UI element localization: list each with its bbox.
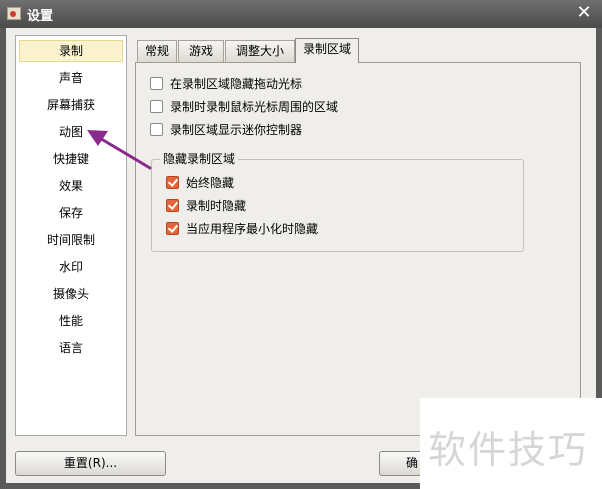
- record-cursor-area-label: 录制时录制鼠标光标周围的区域: [170, 100, 339, 114]
- hide-record-area-group: 隐藏录制区域 始终隐藏 录制时隐藏 当应用程序最小化时隐藏: [151, 151, 524, 252]
- hide-drag-cursor-checkbox[interactable]: [150, 77, 163, 90]
- sidebar-item-save[interactable]: 保存: [19, 202, 123, 224]
- hide-when-minimized-label: 当应用程序最小化时隐藏: [186, 222, 319, 236]
- mini-controller-label: 录制区域显示迷你控制器: [170, 123, 303, 137]
- always-hide-label: 始终隐藏: [186, 176, 235, 190]
- group-title: 隐藏录制区域: [160, 151, 239, 167]
- sidebar-item-record[interactable]: 录制: [19, 40, 123, 62]
- sidebar-item-hotkeys[interactable]: 快捷键: [19, 148, 123, 170]
- sidebar-item-time-limit[interactable]: 时间限制: [19, 229, 123, 251]
- settings-window: 设置 ✕ 录制 声音 屏幕捕获 动图 快捷键 效果 保存 时间限制 水印 摄像头…: [0, 0, 602, 489]
- sidebar-item-webcam[interactable]: 摄像头: [19, 283, 123, 305]
- hide-when-minimized-checkbox[interactable]: [166, 222, 179, 235]
- tab-record-area[interactable]: 录制区域: [295, 38, 359, 63]
- title-bar[interactable]: 设置 ✕: [0, 0, 602, 28]
- app-icon: [7, 7, 21, 20]
- window-title: 设置: [27, 9, 54, 24]
- tab-general[interactable]: 常规: [137, 40, 177, 62]
- watermark-text: 软件技巧: [428, 428, 589, 472]
- sidebar-item-screen-capture[interactable]: 屏幕捕获: [19, 94, 123, 116]
- tab-resize[interactable]: 调整大小: [225, 40, 295, 62]
- tab-game[interactable]: 游戏: [178, 40, 224, 62]
- hide-drag-cursor-label: 在录制区域隐藏拖动光标: [170, 77, 303, 91]
- hide-while-recording-checkbox[interactable]: [166, 199, 179, 212]
- reset-button[interactable]: 重置(R)...: [15, 451, 166, 476]
- settings-category-list: 录制 声音 屏幕捕获 动图 快捷键 效果 保存 时间限制 水印 摄像头 性能 语…: [15, 35, 127, 436]
- sidebar-item-performance[interactable]: 性能: [19, 310, 123, 332]
- sidebar-item-sound[interactable]: 声音: [19, 67, 123, 89]
- sidebar-item-watermark[interactable]: 水印: [19, 256, 123, 278]
- record-cursor-area-checkbox[interactable]: [150, 100, 163, 113]
- sidebar-item-effects[interactable]: 效果: [19, 175, 123, 197]
- mini-controller-checkbox[interactable]: [150, 123, 163, 136]
- always-hide-checkbox[interactable]: [166, 176, 179, 189]
- sidebar-item-gif[interactable]: 动图: [19, 121, 123, 143]
- sidebar-item-language[interactable]: 语言: [19, 337, 123, 359]
- watermark-overlay: 软件技巧: [420, 398, 602, 489]
- close-icon[interactable]: ✕: [574, 3, 594, 23]
- record-area-panel: 在录制区域隐藏拖动光标 录制时录制鼠标光标周围的区域 录制区域显示迷你控制器 隐…: [135, 62, 581, 436]
- hide-while-recording-label: 录制时隐藏: [186, 199, 247, 213]
